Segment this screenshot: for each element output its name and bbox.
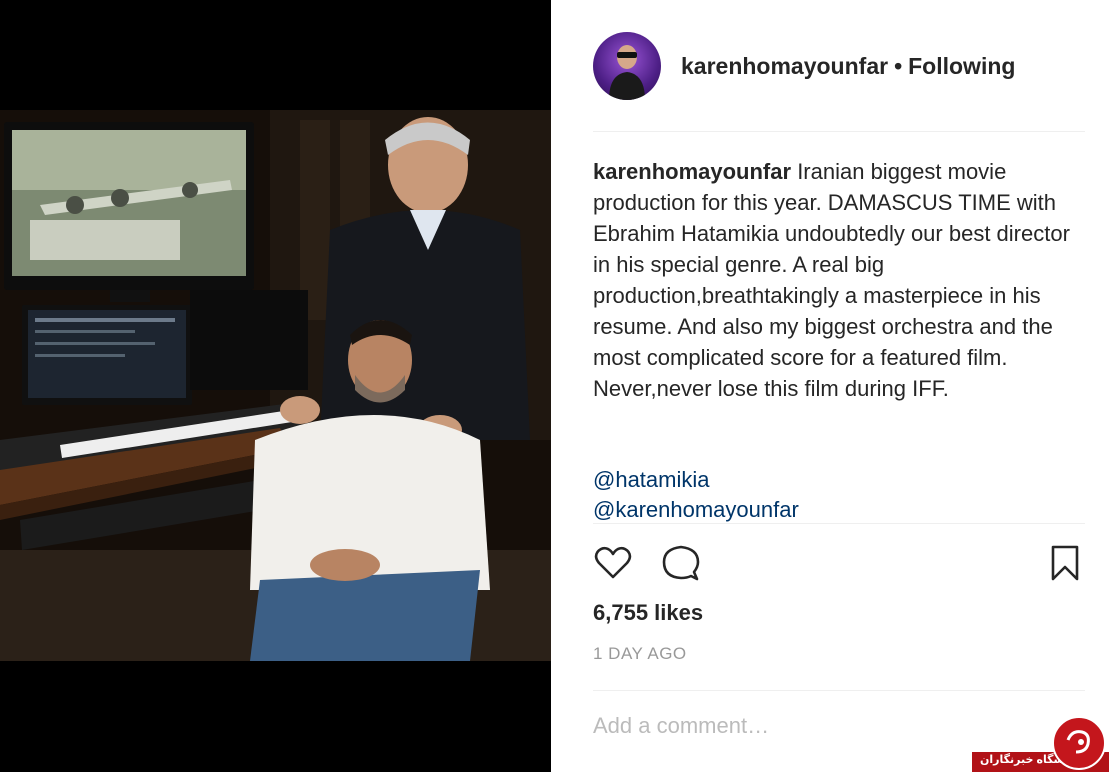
caption-mentions: @hatamikia @karenhomayounfar [593, 465, 799, 525]
avatar[interactable] [593, 32, 661, 100]
separator-dot: • [894, 52, 903, 79]
studio-photo-illustration [0, 110, 551, 661]
bookmark-icon [1051, 545, 1079, 581]
header-divider [593, 131, 1085, 132]
post-media [0, 0, 551, 772]
likes-count[interactable]: 6,755 likes [593, 600, 703, 626]
post-actions [593, 543, 1085, 585]
save-button[interactable] [1045, 543, 1085, 583]
post-caption: karenhomayounfar Iranian biggest movie p… [593, 156, 1073, 404]
post-sidebar: karenhomayounfar • Following karenhomayoun… [551, 0, 1109, 772]
following-button[interactable]: Following [908, 53, 1015, 79]
comment-divider [593, 690, 1085, 691]
like-button[interactable] [593, 543, 633, 583]
speech-bubble-icon [662, 545, 700, 581]
watermark-logo-icon [1066, 730, 1090, 754]
post-photo[interactable] [0, 110, 551, 661]
post-header: karenhomayounfar • Following [593, 32, 1015, 100]
caption-paragraph: karenhomayounfar Iranian biggest movie p… [593, 156, 1073, 373]
caption-text: Iranian biggest movie production for thi… [593, 159, 1070, 370]
heart-icon [594, 546, 632, 579]
header-text: karenhomayounfar • Following [681, 53, 1015, 80]
username-link[interactable]: karenhomayounfar [681, 53, 888, 79]
caption-username[interactable]: karenhomayounfar [593, 159, 791, 184]
mention-hatamikia[interactable]: @hatamikia [593, 465, 799, 495]
watermark-logo [1052, 716, 1106, 770]
news-agency-watermark: باشگاه خبرنگاران [972, 716, 1109, 772]
actions-divider [593, 523, 1085, 524]
post-timestamp[interactable]: 1 DAY AGO [593, 644, 687, 664]
comment-button[interactable] [661, 543, 701, 583]
mention-karenhomayounfar[interactable]: @karenhomayounfar [593, 495, 799, 525]
avatar-portrait [609, 45, 645, 100]
caption-text-line-2: Never,never lose this film during IFF. [593, 376, 949, 401]
